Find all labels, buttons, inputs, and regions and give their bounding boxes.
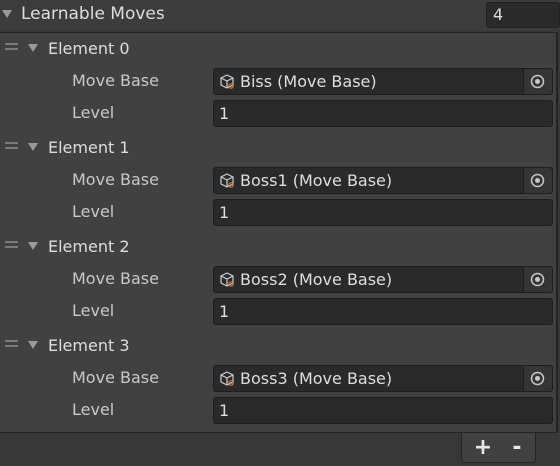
move-base-field[interactable]: Biss (Move Base) (213, 68, 553, 95)
level-field[interactable]: 1 (213, 100, 553, 127)
triangle-down-icon[interactable] (27, 141, 39, 153)
drag-handle-icon[interactable] (5, 142, 18, 149)
level-field[interactable]: 1 (213, 199, 553, 226)
add-element-button[interactable]: + (470, 435, 496, 461)
object-picker-icon[interactable] (530, 371, 545, 386)
move-base-label: Move Base (72, 71, 159, 90)
list-footer: + - (461, 433, 536, 463)
level-label: Level (72, 400, 115, 419)
object-picker-icon[interactable] (530, 173, 545, 188)
triangle-down-icon[interactable] (1, 8, 13, 20)
move-base-value: Boss1 (Move Base) (240, 171, 393, 190)
element-label: Element 1 (48, 138, 130, 157)
scriptable-object-icon (220, 272, 234, 287)
triangle-down-icon[interactable] (27, 42, 39, 54)
list-title: Learnable Moves (21, 4, 165, 24)
remove-element-button[interactable]: - (504, 435, 530, 461)
move-base-field[interactable]: Boss3 (Move Base) (213, 365, 553, 392)
drag-handle-icon[interactable] (5, 43, 18, 50)
drag-handle-icon[interactable] (5, 241, 18, 248)
object-picker-button[interactable] (523, 366, 552, 391)
scriptable-object-icon (220, 371, 234, 386)
level-label: Level (72, 103, 115, 122)
triangle-down-icon[interactable] (27, 240, 39, 252)
element-label: Element 2 (48, 237, 130, 256)
move-base-value: Boss3 (Move Base) (240, 369, 393, 388)
move-base-value: Biss (Move Base) (240, 72, 377, 91)
element-label: Element 3 (48, 336, 130, 355)
level-field[interactable]: 1 (213, 298, 553, 325)
object-picker-icon[interactable] (530, 272, 545, 287)
object-picker-button[interactable] (523, 168, 552, 193)
list-count-field[interactable]: 4 (486, 2, 560, 28)
move-base-field[interactable]: Boss1 (Move Base) (213, 167, 553, 194)
move-base-label: Move Base (72, 269, 159, 288)
object-picker-icon[interactable] (530, 74, 545, 89)
object-picker-button[interactable] (523, 267, 552, 292)
level-label: Level (72, 301, 115, 320)
drag-handle-icon[interactable] (5, 340, 18, 347)
list-header[interactable]: Learnable Moves (0, 0, 560, 30)
level-field[interactable]: 1 (213, 397, 553, 424)
move-base-field[interactable]: Boss2 (Move Base) (213, 266, 553, 293)
scriptable-object-icon (220, 173, 234, 188)
move-base-label: Move Base (72, 368, 159, 387)
move-base-label: Move Base (72, 170, 159, 189)
scriptable-object-icon (220, 74, 234, 89)
object-picker-button[interactable] (523, 69, 552, 94)
level-label: Level (72, 202, 115, 221)
element-label: Element 0 (48, 39, 130, 58)
triangle-down-icon[interactable] (27, 339, 39, 351)
move-base-value: Boss2 (Move Base) (240, 270, 393, 289)
